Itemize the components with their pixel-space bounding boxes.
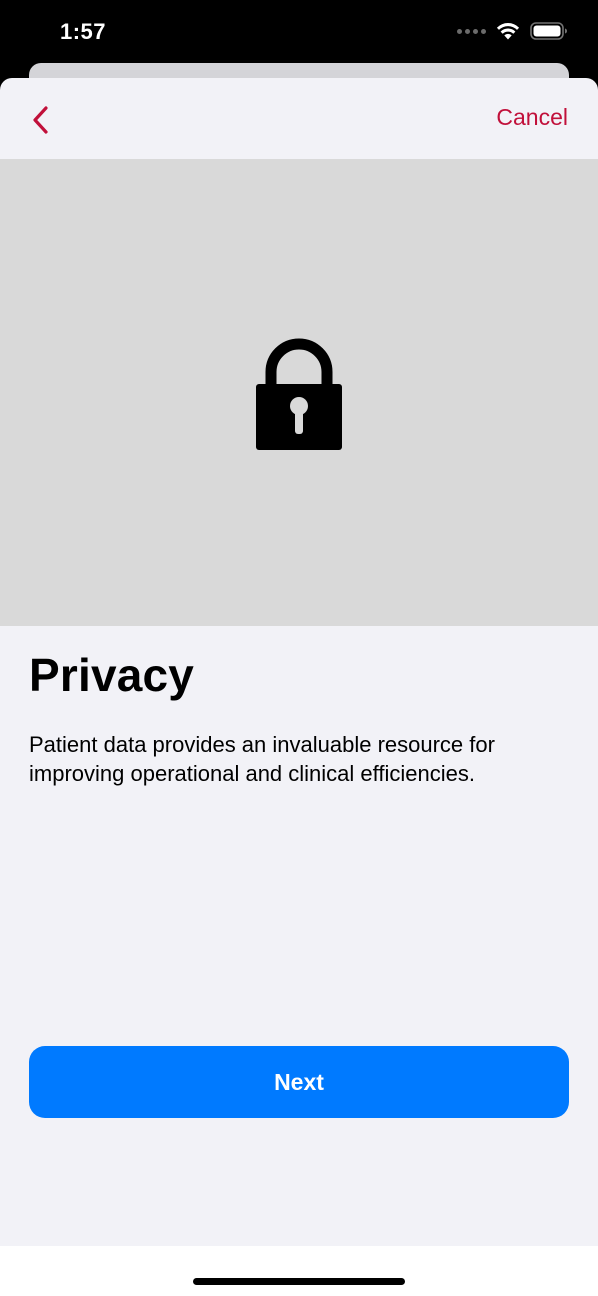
status-bar: 1:57 — [0, 0, 598, 64]
navigation-bar: Cancel — [0, 78, 598, 159]
chevron-left-icon — [33, 106, 48, 134]
back-button[interactable] — [22, 100, 58, 140]
description-text: Patient data provides an invaluable reso… — [29, 732, 495, 786]
wifi-icon — [496, 23, 520, 40]
status-icons — [457, 22, 568, 40]
screen: 1:57 Cancel Privacy Patient data provide… — [0, 0, 598, 1296]
cellular-dots-icon — [457, 28, 486, 34]
home-indicator[interactable] — [193, 1278, 405, 1285]
next-button[interactable]: Next — [29, 1046, 569, 1118]
modal-sheet: Cancel Privacy Patient data provides an … — [0, 78, 598, 1296]
cancel-button[interactable]: Cancel — [496, 104, 568, 131]
page-title: Privacy — [29, 649, 195, 701]
status-time: 1:57 — [60, 19, 107, 44]
battery-icon — [530, 22, 567, 40]
home-indicator-area — [0, 1246, 598, 1296]
hero-image-area — [0, 159, 598, 626]
lock-icon — [256, 338, 342, 450]
